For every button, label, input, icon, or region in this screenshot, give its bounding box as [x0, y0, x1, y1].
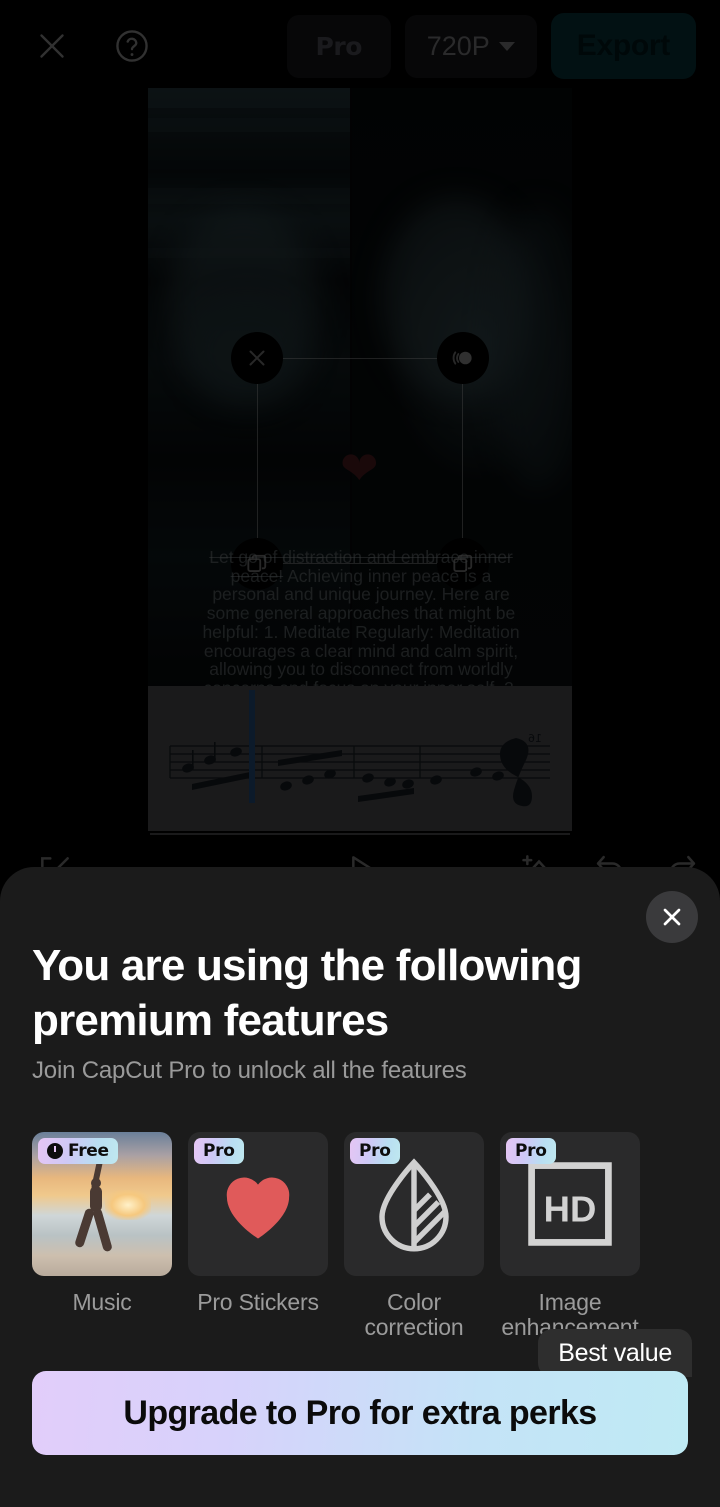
clock-icon [47, 1143, 63, 1159]
badge-pro: Pro [194, 1138, 244, 1164]
app-screen: Pro 720P Export [0, 0, 720, 1507]
feature-card-music[interactable]: Free Music [32, 1132, 172, 1340]
sheet-title: You are using the following premium feat… [32, 941, 582, 1045]
best-value-label: Best value [558, 1338, 672, 1367]
feature-card-label: Pro Stickers [197, 1289, 319, 1315]
badge-label: Pro [203, 1141, 235, 1161]
badge-free: Free [38, 1138, 118, 1164]
badge-pro: Pro [506, 1138, 556, 1164]
premium-features-sheet: You are using the following premium feat… [0, 867, 720, 1507]
feature-card-pro-stickers[interactable]: Pro Pro Stickers [188, 1132, 328, 1340]
feature-card-image-enhancement[interactable]: HD Pro Image enhancement [500, 1132, 640, 1340]
heart-icon [226, 1177, 290, 1239]
color-correction-thumbnail: Pro [344, 1132, 484, 1276]
upgrade-cta-wrapper: Best value Upgrade to Pro for extra perk… [32, 1329, 692, 1455]
upgrade-cta-label: Upgrade to Pro for extra perks [123, 1393, 597, 1432]
svg-text:HD: HD [544, 1188, 597, 1229]
sheet-close-button[interactable] [646, 891, 698, 943]
feature-card-color-correction[interactable]: Pro Color correction [344, 1132, 484, 1340]
badge-label: Pro [515, 1141, 547, 1161]
badge-label: Free [68, 1141, 109, 1161]
feature-card-label: Music [72, 1289, 132, 1315]
badge-label: Pro [359, 1141, 391, 1161]
dancer-silhouette [74, 1159, 118, 1260]
feature-card-label: Color correction [364, 1289, 464, 1340]
premium-feature-cards: Free Music Pro Pro Stickers Pro Color co… [32, 1132, 688, 1340]
sheet-subtitle: Join CapCut Pro to unlock all the featur… [32, 1057, 467, 1084]
beach-photo-thumbnail: Free [32, 1132, 172, 1276]
pro-stickers-thumbnail: Pro [188, 1132, 328, 1276]
upgrade-to-pro-button[interactable]: Upgrade to Pro for extra perks [32, 1371, 688, 1455]
image-enhancement-thumbnail: HD Pro [500, 1132, 640, 1276]
color-drop-icon [379, 1158, 449, 1252]
hd-icon: HD [528, 1162, 612, 1246]
badge-pro: Pro [350, 1138, 400, 1164]
best-value-badge: Best value [538, 1329, 692, 1377]
